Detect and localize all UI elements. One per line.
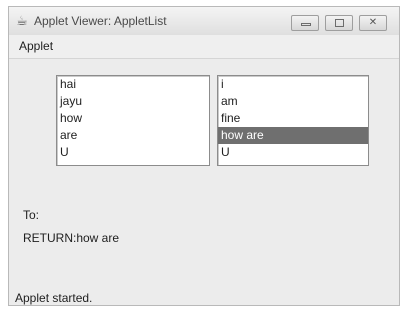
left-list[interactable]: hai jayu how are U [56, 75, 210, 166]
applet-content: hai jayu how are U i am fine how are U T… [9, 59, 399, 305]
left-list-item[interactable]: U [57, 144, 209, 161]
applet-menu[interactable]: Applet [19, 39, 53, 53]
right-list-item-selected[interactable]: how are [218, 127, 368, 144]
title-bar[interactable]: ☕ Applet Viewer: AppletList ✕ [9, 7, 399, 35]
return-label: RETURN:how are [23, 231, 120, 245]
close-button[interactable]: ✕ [359, 15, 387, 31]
applet-viewer-icon: ☕ [16, 13, 28, 28]
window-title: Applet Viewer: AppletList [34, 14, 167, 28]
left-list-item[interactable]: how [57, 110, 209, 127]
to-label: To: [23, 208, 40, 222]
maximize-icon [326, 16, 352, 30]
minimize-button[interactable] [291, 15, 319, 31]
menu-bar: Applet [9, 35, 399, 59]
maximize-button[interactable] [325, 15, 353, 31]
minimize-icon [292, 16, 318, 30]
close-icon: ✕ [368, 17, 378, 28]
left-list-item[interactable]: jayu [57, 93, 209, 110]
right-list-item[interactable]: i [218, 76, 368, 93]
left-list-item[interactable]: are [57, 127, 209, 144]
right-list-item[interactable]: U [218, 144, 368, 161]
right-list[interactable]: i am fine how are U [217, 75, 369, 166]
applet-window: ☕ Applet Viewer: AppletList ✕ Applet hai… [8, 6, 400, 306]
right-list-item[interactable]: fine [218, 110, 368, 127]
right-list-item[interactable]: am [218, 93, 368, 110]
left-list-item[interactable]: hai [57, 76, 209, 93]
status-text: Applet started. [15, 291, 93, 305]
